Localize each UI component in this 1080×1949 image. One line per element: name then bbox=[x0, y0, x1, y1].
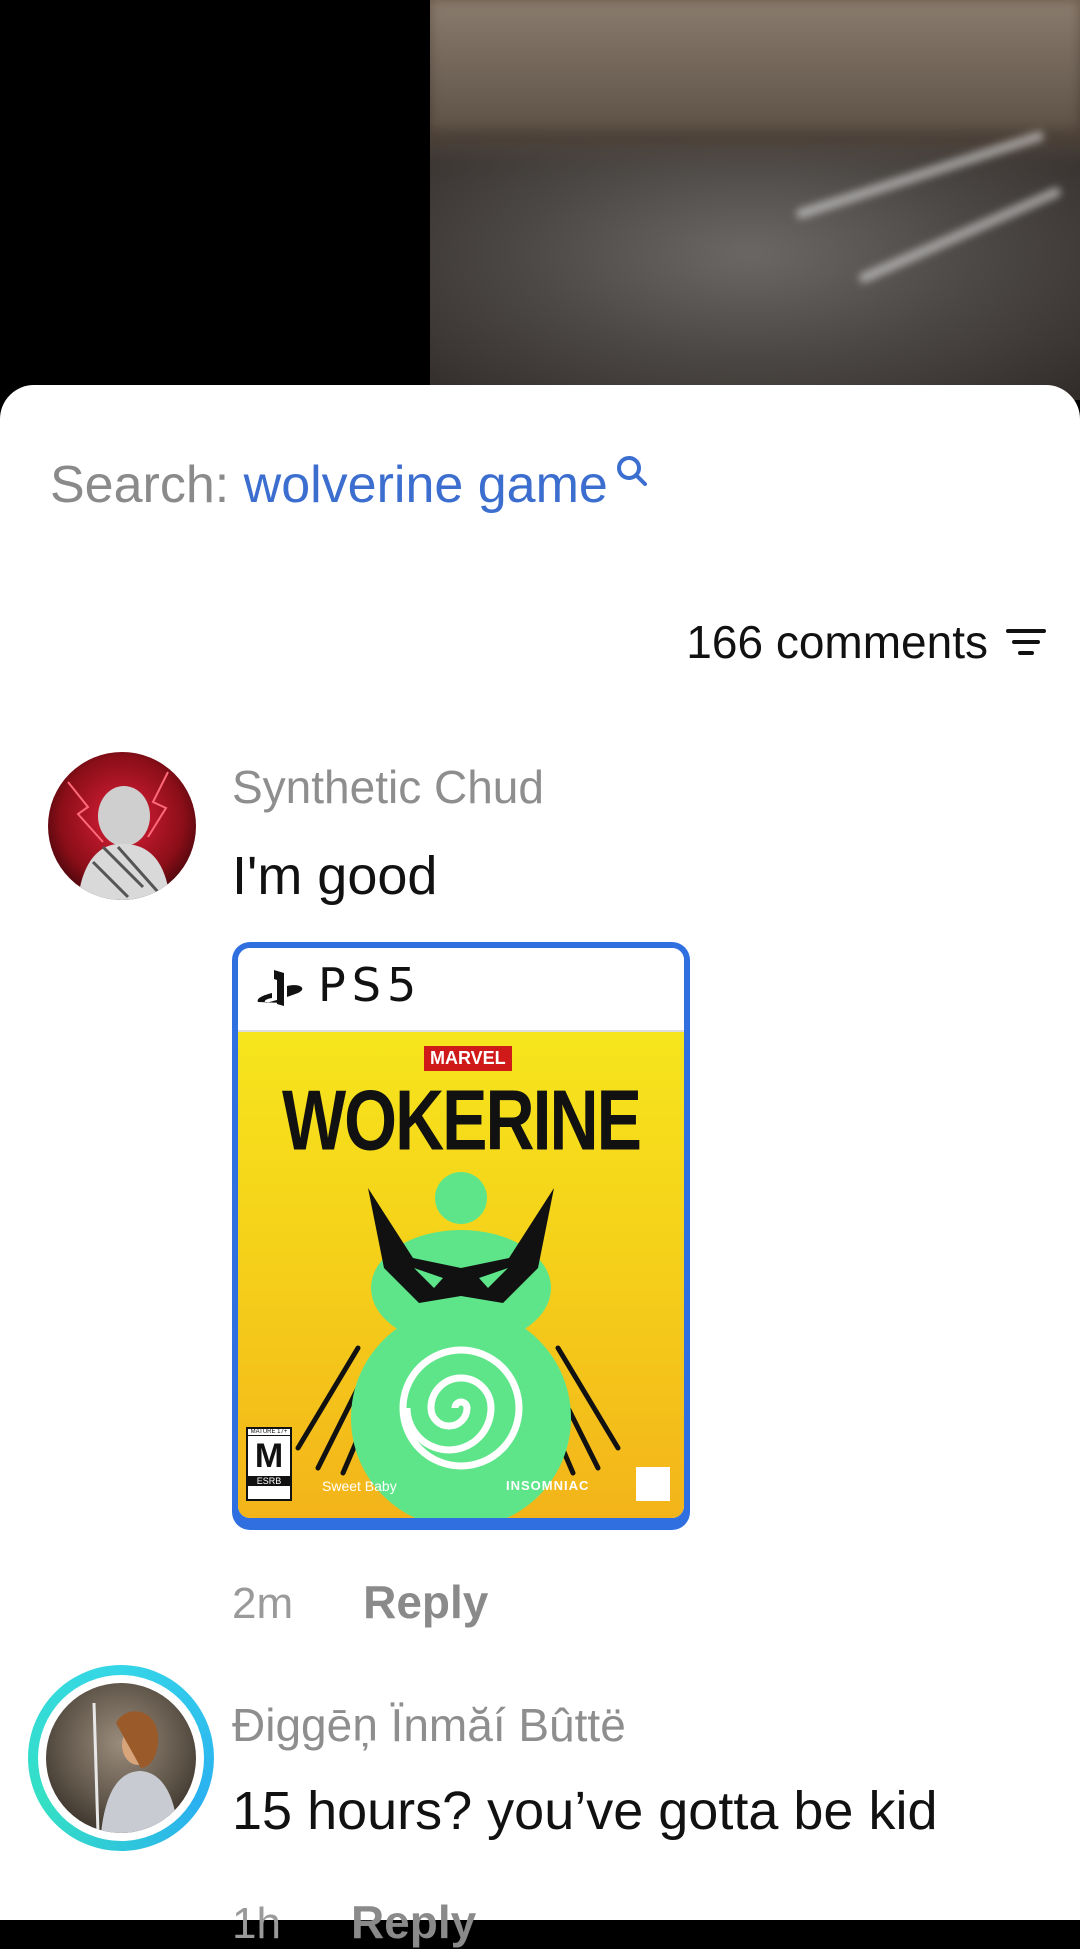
mascot-illustration bbox=[295, 1172, 621, 1518]
esrb-footer: ESRB bbox=[248, 1476, 290, 1486]
platform-label: PS5 bbox=[318, 958, 423, 1012]
comments-count: 166 comments bbox=[686, 616, 988, 668]
comments-header: 166 comments bbox=[686, 615, 1050, 669]
esrb-rating: MATURE 17+ M ESRB bbox=[246, 1427, 292, 1501]
comment-image[interactable]: PS5 MARVEL WOKERINE MATURE 17+ M ESRB Sw… bbox=[232, 942, 690, 1530]
video-subject bbox=[430, 150, 1080, 400]
video-player[interactable] bbox=[430, 0, 1080, 400]
video-letterbox bbox=[0, 0, 430, 400]
playstation-badge bbox=[636, 1467, 670, 1501]
studio-left: Sweet Baby bbox=[322, 1478, 397, 1494]
reply-button[interactable]: Reply bbox=[363, 1575, 488, 1629]
search-icon bbox=[616, 456, 647, 486]
comment-username[interactable]: Synthetic Chud bbox=[232, 760, 544, 814]
comment-meta: 2m Reply bbox=[232, 1575, 488, 1629]
studio-right: INSOMNIAC bbox=[506, 1478, 590, 1493]
video-background bbox=[430, 0, 1080, 130]
esrb-header: MATURE 17+ bbox=[248, 1429, 290, 1436]
avatar-story-ring[interactable] bbox=[28, 1665, 214, 1851]
cover-art: MARVEL WOKERINE MATURE 17+ M ESRB Sweet … bbox=[238, 1032, 684, 1518]
search-query[interactable]: wolverine game bbox=[244, 456, 608, 514]
avatar[interactable] bbox=[48, 752, 196, 900]
comment-username[interactable]: Điggēņ Ïnmăí Bûttë bbox=[232, 1698, 626, 1752]
comment-meta: 1h Reply bbox=[232, 1895, 476, 1949]
comment-time: 2m bbox=[232, 1579, 294, 1628]
avatar bbox=[38, 1675, 204, 1841]
sort-icon[interactable] bbox=[1002, 622, 1050, 662]
cover-header: PS5 bbox=[238, 948, 684, 1032]
publisher-badge: MARVEL bbox=[424, 1046, 512, 1071]
esrb-letter: M bbox=[254, 1437, 284, 1475]
game-cover: PS5 MARVEL WOKERINE MATURE 17+ M ESRB Sw… bbox=[238, 948, 684, 1518]
reply-button[interactable]: Reply bbox=[351, 1895, 476, 1949]
comment-time: 1h bbox=[232, 1899, 281, 1948]
comment-text: I'm good bbox=[232, 846, 438, 906]
comment-text: 15 hours? you’ve gotta be kid bbox=[232, 1781, 938, 1841]
search-suggestion[interactable]: Search: wolverine game bbox=[50, 455, 652, 515]
playstation-logo-icon bbox=[257, 970, 303, 1006]
search-prefix: Search: bbox=[50, 456, 244, 514]
